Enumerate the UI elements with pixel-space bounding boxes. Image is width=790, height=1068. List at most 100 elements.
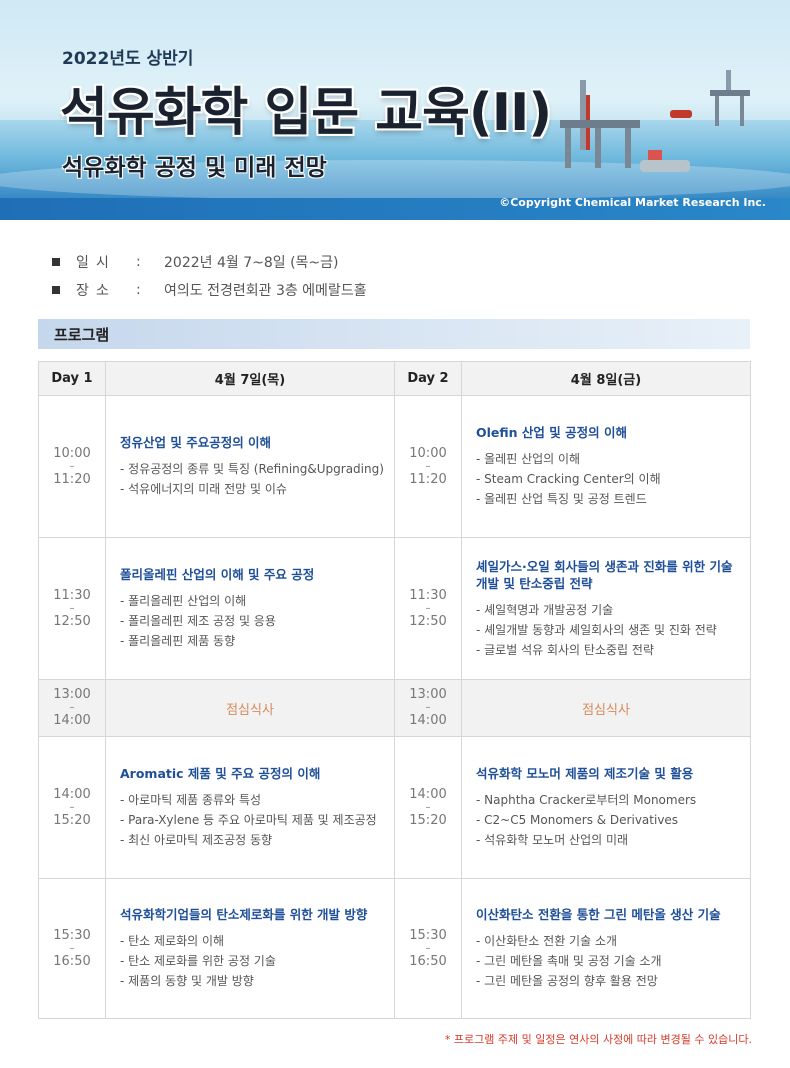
time-dash: – [425,602,431,614]
time-dash: – [69,702,75,713]
d2-session: 셰일가스·오일 회사들의 생존과 진화를 위한 기술개발 및 탄소중립 전략 - … [461,537,751,680]
session-title: 이산화탄소 전환을 통한 그린 메탄올 생산 기술 [476,907,721,922]
start-time: 15:30 [53,927,91,943]
colon: : [136,254,141,270]
session-item: - 그린 메탄올 공정의 향후 활용 전망 [476,974,658,988]
table-row: 10:00–11:20 정유산업 및 주요공정의 이해 - 정유공정의 종류 및 특… [38,395,751,538]
session-title: Aromatic 제품 및 주요 공정의 이해 [120,766,321,781]
d1-session: Aromatic 제품 및 주요 공정의 이해 - 아로마틱 제품 종류와 특성 -… [105,736,395,879]
day1-time-slot: 15:30–16:50 [38,878,106,1019]
end-time: 16:50 [53,953,91,969]
end-time: 12:50 [53,613,91,629]
day1-time-slot: 11:30–12:50 [38,537,106,680]
time-dash: – [425,460,431,472]
session-item: - 탄소 제로화를 위한 공정 기술 [120,954,276,968]
place-key: 장 소 [76,283,109,299]
session-title: 정유산업 및 주요공정의 이해 [120,435,272,450]
d2-session: Olefin 산업 및 공정의 이해 - 올레핀 산업의 이해 - Steam Cr… [461,395,751,538]
date-key: 일 시 [76,255,109,271]
square-bullet-icon [52,258,60,266]
session-item: - 그린 메탄올 촉매 및 공정 기술 소개 [476,954,662,968]
program-label: 프로그램 [54,326,110,344]
session-item: - 석유화학 모노머 산업의 미래 [476,833,629,847]
day2-time-slot: 10:00–11:20 [394,395,462,538]
session-item: - 석유에너지의 미래 전망 및 이슈 [120,482,287,496]
session-title: 셰일가스·오일 회사들의 생존과 진화를 위한 기술개발 및 탄소중립 전략 [476,558,733,591]
start-time: 10:00 [409,445,447,461]
session-title: Olefin 산업 및 공정의 이해 [476,425,627,440]
copyright: ©Copyright Chemical Market Research Inc. [499,196,766,209]
start-time: 10:00 [53,445,91,461]
session-title: 석유화학 모노머 제품의 제조기술 및 활용 [476,766,694,781]
end-time: 12:50 [409,613,447,629]
colon: : [136,282,141,298]
square-bullet-icon [52,286,60,294]
session-item: - 정유공정의 종류 및 특징 (Refining&Upgrading) [120,462,384,476]
year-label: 2022년도 상반기 [62,49,194,69]
day2-time-slot: 13:00–14:00 [394,679,462,737]
session-item: - Naphtha Cracker로부터의 Monomers [476,793,697,807]
session-item: - C2~C5 Monomers & Derivatives [476,813,679,827]
time-dash: – [69,460,75,472]
session-item: - 탄소 제로화의 이해 [120,934,225,948]
end-time: 14:00 [53,713,91,728]
table-row: 11:30–12:50 폴리올레핀 산업의 이해 및 주요 공정 - 폴리올레핀 산… [38,537,751,680]
event-info: 일 시 : 2022년 4월 7~8일 (목~금) 장 소 : 여의도 전경련회… [52,248,367,304]
lunch-cell: 점심식사 [461,679,751,737]
schedule-table: Day 1 4월 7일(목) Day 2 4월 8일(금) 10:00–11:2… [38,361,751,1019]
day1-date: 4월 7일(목) [105,361,395,396]
end-time: 14:00 [409,713,447,728]
session-item: - 셰일개발 동향과 셰일회사의 생존 및 진화 전략 [476,622,717,637]
schedule-note: * 프로그램 주제 및 일정은 연사의 사정에 따라 변경될 수 있습니다. [444,1033,752,1046]
session-title: 석유화학기업들의 탄소제로화를 위한 개발 방향 [120,907,368,922]
start-time: 14:00 [409,786,447,802]
time-dash: – [425,801,431,813]
lunch-row: 13:00–14:00 점심식사 13:00–14:00 점심식사 [38,679,751,737]
d1-session: 석유화학기업들의 탄소제로화를 위한 개발 방향 - 탄소 제로화의 이해 - 탄소… [105,878,395,1019]
time-dash: – [69,942,75,954]
session-item: - 올레핀 산업 특징 및 공정 트렌드 [476,492,647,506]
session-item: - 제품의 동향 및 개발 방향 [120,974,254,988]
d2-session: 이산화탄소 전환을 통한 그린 메탄올 생산 기술 - 이산화탄소 전환 기술 소… [461,878,751,1019]
table-row: 15:30–16:50 석유화학기업들의 탄소제로화를 위한 개발 방향 - 탄소 … [38,878,751,1019]
day1-time-slot: 10:00–11:20 [38,395,106,538]
start-time: 15:30 [409,927,447,943]
offshore-platform-illustration [560,70,750,172]
time-dash: – [69,602,75,614]
place-row: 장 소 : 여의도 전경련회관 3층 에메랄드홀 [52,276,367,304]
subtitle: 석유화학 공정 및 미래 전망 [62,155,327,181]
day2-time-slot: 14:00–15:20 [394,736,462,879]
end-time: 11:20 [409,471,447,487]
session-item: - 폴리올레핀 제품 동향 [120,634,236,648]
time-dash: – [69,801,75,813]
end-time: 11:20 [53,471,91,487]
session-item: - 폴리올레핀 제조 공정 및 응용 [120,614,276,628]
session-item: - 폴리올레핀 산업의 이해 [120,594,247,608]
end-time: 15:20 [409,812,447,828]
d2-session: 석유화학 모노머 제품의 제조기술 및 활용 - Naphtha Cracker로… [461,736,751,879]
time-dash: – [425,702,431,713]
day1-time-slot: 13:00–14:00 [38,679,106,737]
d1-session: 정유산업 및 주요공정의 이해 - 정유공정의 종류 및 특징 (Refining… [105,395,395,538]
start-time: 11:30 [53,587,91,603]
session-item: - Steam Cracking Center의 이해 [476,472,661,486]
schedule-body: 10:00–11:20 정유산업 및 주요공정의 이해 - 정유공정의 종류 및 특… [38,395,751,1019]
session-title: 폴리올레핀 산업의 이해 및 주요 공정 [120,567,315,582]
session-item: - 이산화탄소 전환 기술 소개 [476,934,618,948]
date-value: 2022년 4월 7~8일 (목~금) [164,255,339,271]
program-section-header: 프로그램 [38,319,750,349]
day1-time-slot: 14:00–15:20 [38,736,106,879]
session-item: - 글로벌 석유 회사의 탄소중립 전략 [476,642,654,657]
session-item: - 올레핀 산업의 이해 [476,452,581,466]
session-item: - 셰일혁명과 개발공정 기술 [476,602,614,617]
header-banner: 2022년도 상반기 석유화학 입문 교육(II) 석유화학 공정 및 미래 전… [0,0,790,220]
end-time: 15:20 [53,812,91,828]
session-item: - 아로마틱 제품 종류와 특성 [120,793,262,807]
day2-label: Day 2 [394,361,462,396]
start-time: 11:30 [409,587,447,603]
session-item: - Para-Xylene 등 주요 아로마틱 제품 및 제조공정 [120,813,377,827]
main-title: 석유화학 입문 교육(II) [60,83,552,143]
end-time: 16:50 [409,953,447,969]
day2-time-slot: 15:30–16:50 [394,878,462,1019]
d1-session: 폴리올레핀 산업의 이해 및 주요 공정 - 폴리올레핀 산업의 이해 - 폴리올레… [105,537,395,680]
